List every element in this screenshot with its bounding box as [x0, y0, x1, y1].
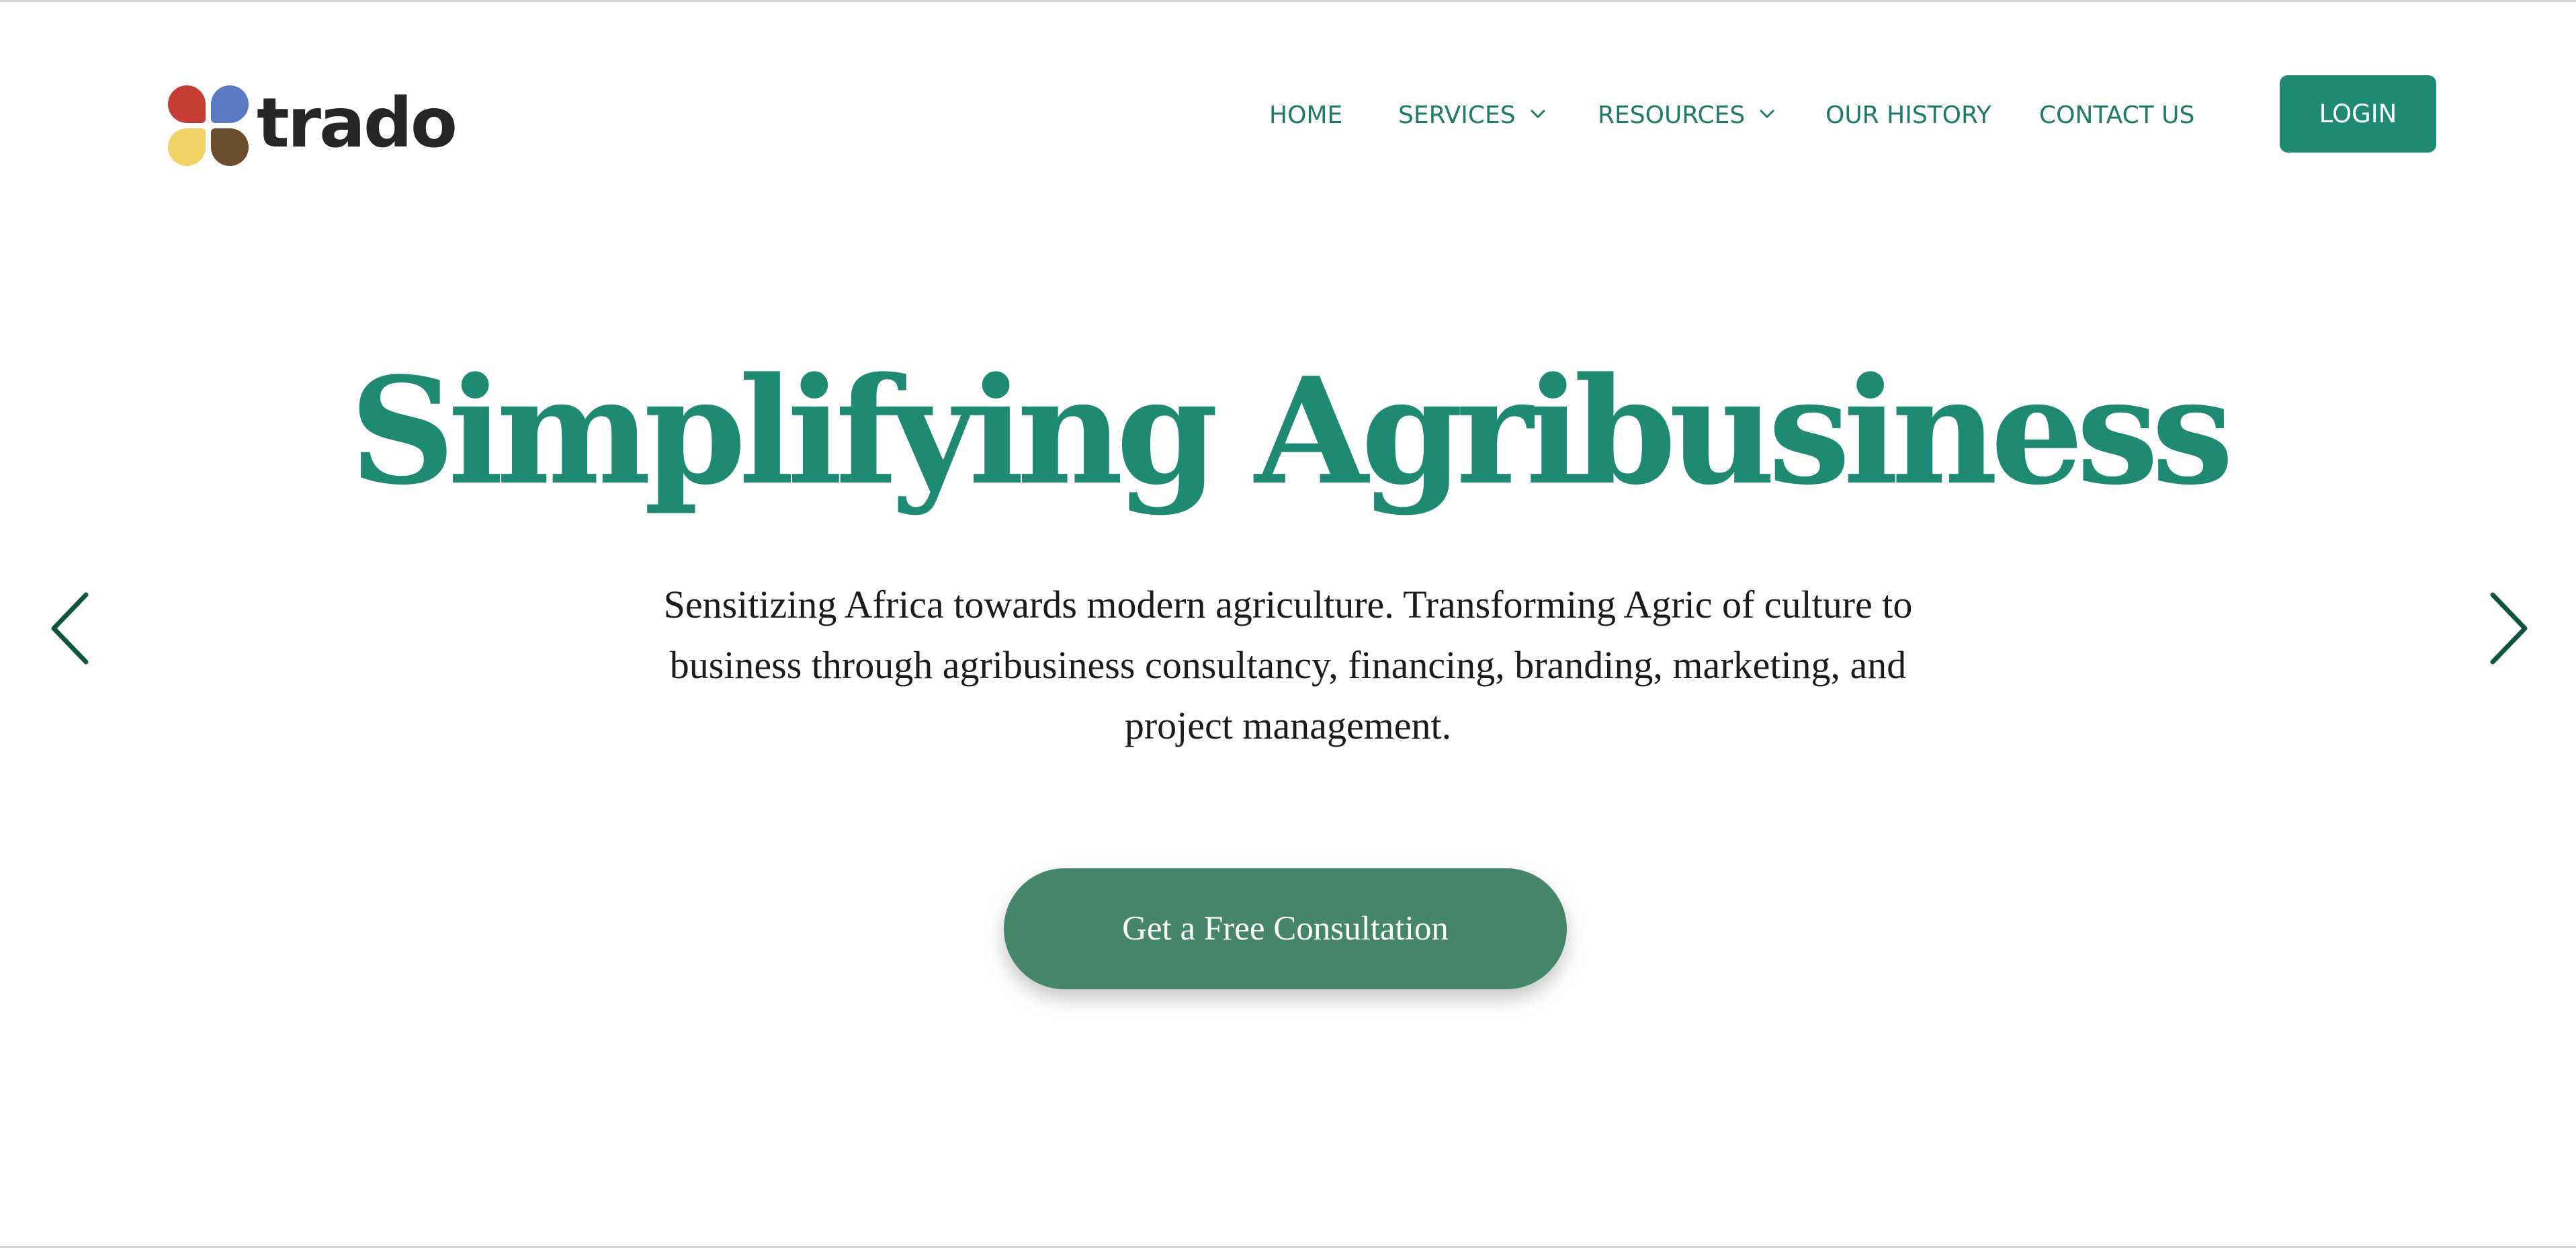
hero-title: Simplifying Agribusiness	[349, 345, 2233, 517]
main-nav: HOME SERVICES RESOURCES OUR HISTORY CONT…	[0, 95, 2576, 135]
nav-item-label: CONTACT US	[2039, 101, 2195, 129]
nav-item-resources[interactable]: RESOURCES	[1598, 95, 1777, 135]
nav-item-contact-us[interactable]: CONTACT US	[2039, 95, 2194, 135]
nav-item-our-history[interactable]: OUR HISTORY	[1826, 95, 1991, 135]
nav-item-services[interactable]: SERVICES	[1398, 95, 1548, 135]
nav-item-home[interactable]: HOME	[1269, 95, 1342, 135]
carousel-prev-button[interactable]	[44, 587, 98, 670]
chevron-right-icon	[2490, 592, 2528, 665]
chevron-down-icon	[1531, 110, 1545, 118]
nav-item-label: SERVICES	[1398, 101, 1516, 129]
carousel-next-button[interactable]	[2481, 587, 2534, 670]
chevron-down-icon	[1760, 110, 1774, 118]
chevron-left-icon	[51, 592, 89, 665]
login-button[interactable]: LOGIN	[2280, 75, 2436, 153]
nav-item-label: OUR HISTORY	[1826, 101, 1991, 129]
nav-item-label: HOME	[1269, 101, 1343, 129]
free-consultation-button[interactable]: Get a Free Consultation	[1004, 868, 1567, 989]
nav-item-label: RESOURCES	[1598, 101, 1746, 129]
page: trado HOME SERVICES RESOURCES OUR HISTOR…	[0, 0, 2576, 1248]
hero-subtitle: Sensitizing Africa towards modern agricu…	[663, 583, 1913, 747]
